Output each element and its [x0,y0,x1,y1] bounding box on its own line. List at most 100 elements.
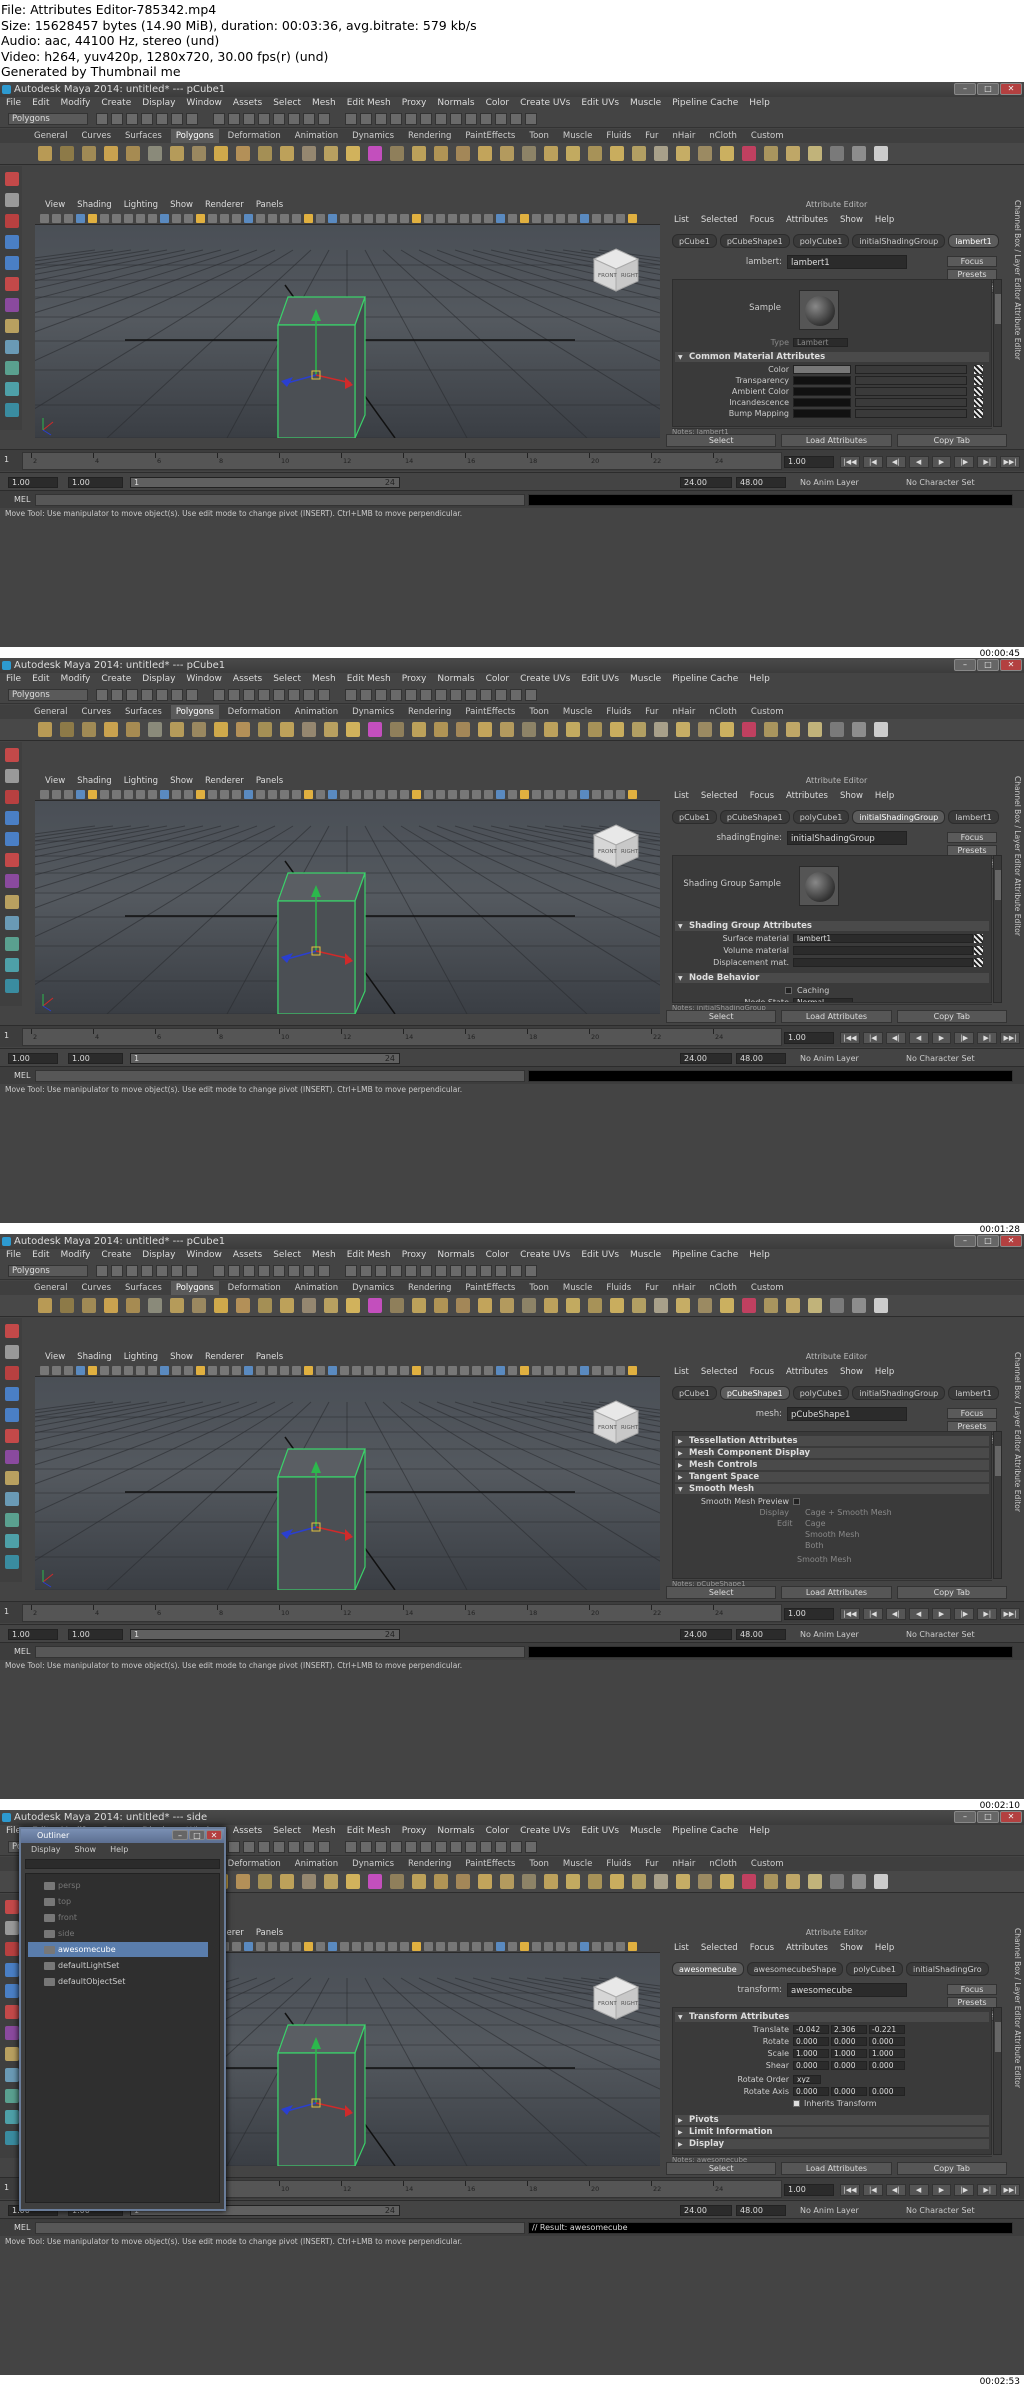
menu-item[interactable]: Color [486,97,510,110]
map-button-icon[interactable] [974,946,983,955]
shelf-tab-polygons[interactable]: Polygons [170,129,219,143]
viewport-toolbar-icon[interactable] [424,214,433,223]
viewport-toolbar-icon[interactable] [424,1366,433,1375]
tool-icon[interactable] [5,916,19,930]
viewport-menu-item[interactable]: Renderer [205,775,244,788]
status-line-icon[interactable] [375,1841,387,1853]
map-button-icon[interactable] [974,365,983,374]
shelf-tool-icon[interactable] [104,1298,118,1313]
menu-item[interactable]: Create [101,673,131,686]
tool-icon[interactable] [5,2047,19,2061]
shelf-tool-icon[interactable] [170,722,184,737]
viewport-toolbar-icon[interactable] [100,214,109,223]
shelf-tool-icon[interactable] [434,1874,448,1889]
shelf-tool-icon[interactable] [412,722,426,737]
transform-field[interactable]: 1.000 [831,2049,867,2058]
status-line-icon[interactable] [390,689,402,701]
viewport-toolbar-icon[interactable] [592,790,601,799]
shelf-tool-icon[interactable] [82,722,96,737]
viewport-toolbar-icon[interactable] [448,1366,457,1375]
viewport-toolbar-icon[interactable] [304,790,313,799]
playback-button[interactable]: |◀◀ [840,456,860,468]
viewport-toolbar-icon[interactable] [616,1942,625,1951]
shelf-tool-icon[interactable] [38,146,52,161]
status-line-icon[interactable] [96,689,108,701]
tool-icon[interactable] [5,298,19,312]
menu-item[interactable]: Assets [233,1249,262,1262]
tool-icon[interactable] [5,256,19,270]
shelf-tab-general[interactable]: General [34,705,68,719]
status-line-icon[interactable] [495,689,507,701]
shelf-tab-animation[interactable]: Animation [295,1857,338,1871]
current-frame-field[interactable]: 1.00 [784,456,834,468]
load-attributes-button[interactable]: Load Attributes [781,1010,892,1023]
menu-item[interactable]: Proxy [402,97,427,110]
viewport-toolbar-icon[interactable] [316,214,325,223]
menu-item[interactable]: Display [142,673,175,686]
viewport-toolbar-icon[interactable] [484,1366,493,1375]
viewport-toolbar-icon[interactable] [364,214,373,223]
viewport-toolbar-icon[interactable] [436,214,445,223]
shelf-tool-icon[interactable] [786,722,800,737]
node-state-dropdown[interactable]: Normal [793,998,853,1002]
shelf-tool-icon[interactable] [808,722,822,737]
menu-item[interactable]: Edit UVs [581,1249,619,1262]
status-line-icon[interactable] [510,113,522,125]
shelf-tool-icon[interactable] [302,1298,316,1313]
viewport-toolbar-icon[interactable] [232,1366,241,1375]
shelf-tool-icon[interactable] [698,1874,712,1889]
tool-icon[interactable] [5,895,19,909]
copy-tab-button[interactable]: Copy Tab [896,434,1007,447]
viewport-toolbar-icon[interactable] [460,214,469,223]
status-line-icon[interactable] [405,1265,417,1277]
menu-item[interactable]: Pipeline Cache [672,97,738,110]
shelf-tab-deformation[interactable]: Deformation [228,1281,281,1295]
shelf-tool-icon[interactable] [610,1874,624,1889]
shelf-tool-icon[interactable] [830,1874,844,1889]
ae-menu-item[interactable]: Focus [750,1366,774,1378]
status-line-icon[interactable] [156,689,168,701]
section-header[interactable]: Tangent Space [675,1471,989,1483]
edit-option-smooth[interactable]: Smooth Mesh [805,1529,859,1540]
menu-item[interactable]: Mesh [312,97,336,110]
menu-item[interactable]: Edit Mesh [347,1825,391,1838]
ae-menu-item[interactable]: List [674,214,689,226]
status-line-icon[interactable] [213,113,225,125]
anim-layer-selector[interactable]: No Anim Layer [800,1053,859,1064]
shelf-tab-dynamics[interactable]: Dynamics [352,705,394,719]
anim-layer-selector[interactable]: No Anim Layer [800,2205,859,2216]
status-line-icon[interactable] [345,113,357,125]
viewport-toolbar-icon[interactable] [232,1942,241,1951]
viewport-toolbar-icon[interactable] [472,1942,481,1951]
minimize-button[interactable]: – [954,1811,976,1823]
menu-item[interactable]: Color [486,673,510,686]
playback-start-field[interactable]: 1.00 [68,1053,123,1064]
load-attributes-button[interactable]: Load Attributes [781,2162,892,2175]
shelf-tool-icon[interactable] [346,722,360,737]
time-slider-track[interactable]: 24681012141618202224 [22,1604,782,1622]
shelf-tool-icon[interactable] [698,146,712,161]
menu-item[interactable]: Edit [32,97,49,110]
shelf-tool-icon[interactable] [324,722,338,737]
menu-item[interactable]: Edit Mesh [347,97,391,110]
shelf-tool-icon[interactable] [764,722,778,737]
caching-checkbox[interactable] [785,987,792,994]
maximize-button[interactable]: □ [189,1830,205,1840]
shelf-tool-icon[interactable] [808,1874,822,1889]
shelf-tab-deformation[interactable]: Deformation [228,129,281,143]
section-header[interactable]: Smooth Mesh [675,1483,989,1495]
viewport-toolbar-icon[interactable] [136,214,145,223]
map-button-icon[interactable] [974,387,983,396]
viewport-toolbar-icon[interactable] [436,1366,445,1375]
status-line-icon[interactable] [510,1841,522,1853]
shelf-tab-fur[interactable]: Fur [645,1857,658,1871]
viewport-toolbar-icon[interactable] [460,1366,469,1375]
menu-item[interactable]: Assets [233,97,262,110]
viewport-toolbar-icon[interactable] [484,790,493,799]
viewport-toolbar-icon[interactable] [532,790,541,799]
viewport-menu-item[interactable]: Renderer [205,199,244,212]
shelf-tab-dynamics[interactable]: Dynamics [352,1281,394,1295]
viewport-toolbar-icon[interactable] [400,790,409,799]
tool-icon[interactable] [5,340,19,354]
node-tab[interactable]: pCubeShape1 [719,1386,790,1400]
